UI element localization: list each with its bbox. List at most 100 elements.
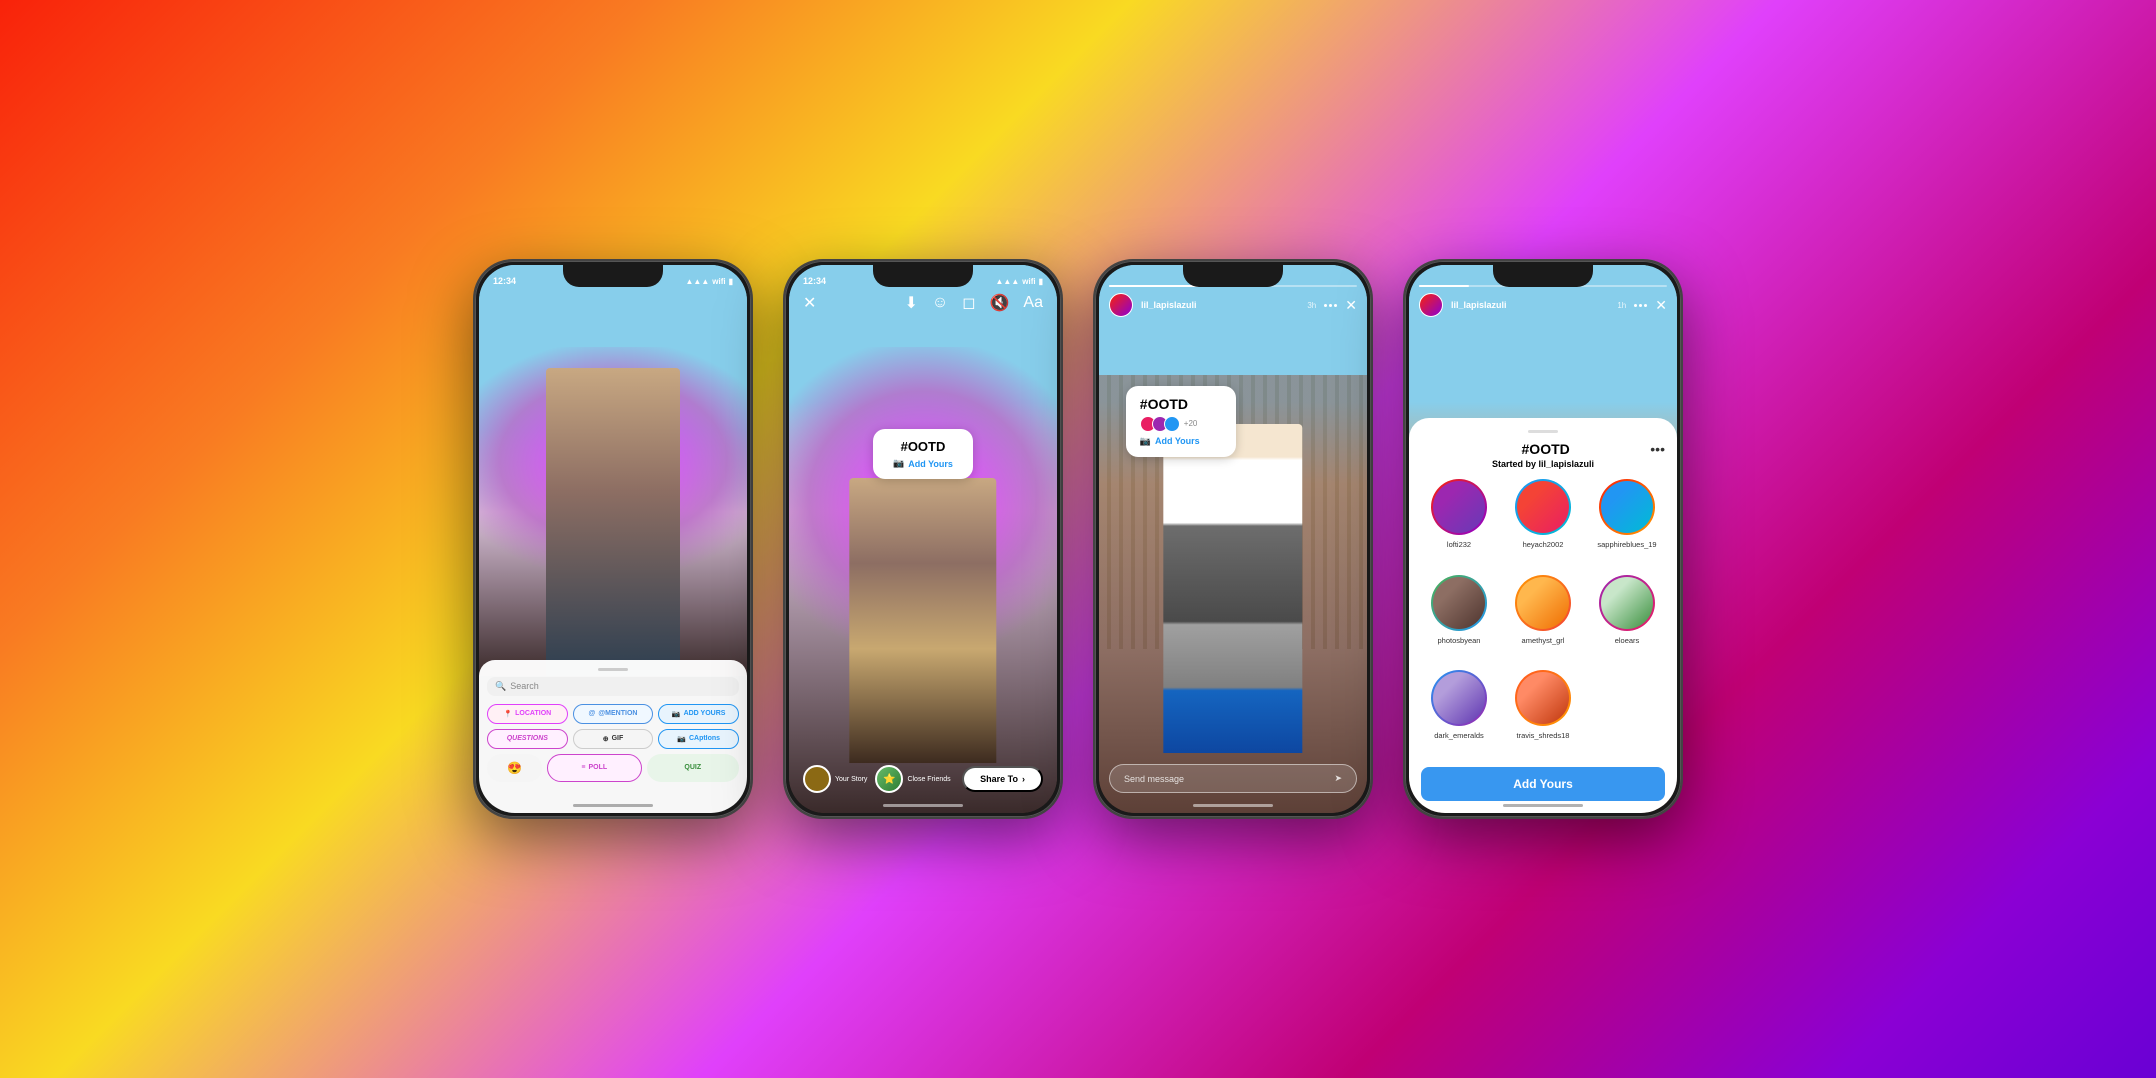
dot3 xyxy=(1334,304,1337,307)
dot6 xyxy=(1644,304,1647,307)
add-yours-label: 📷 Add Yours xyxy=(887,458,959,469)
close-friends-group[interactable]: ⭐ Close Friends xyxy=(875,765,950,793)
user-avatar-wrapper-7 xyxy=(1515,670,1571,726)
user-avatar-1 xyxy=(1517,481,1569,533)
user-name-1: heyach2002 xyxy=(1523,540,1564,549)
sticker-search[interactable]: 🔍 Search xyxy=(487,677,739,696)
user-name-5: eloears xyxy=(1615,636,1640,645)
p3-add-yours: 📷 Add Yours xyxy=(1140,436,1222,447)
emoji-sticker[interactable]: 😍 xyxy=(487,754,542,782)
bottom-stickers: 😍 ≡ POLL QUIZ xyxy=(487,754,739,782)
phone-3: lil_lapislazuli 3h ✕ #OOTD +20 xyxy=(1093,259,1373,819)
user-avatar-7 xyxy=(1517,672,1569,724)
poll-sticker[interactable]: ≡ POLL xyxy=(547,754,642,782)
user-item-5[interactable]: eloears xyxy=(1589,575,1665,662)
user-item-0[interactable]: lofti232 xyxy=(1421,479,1497,566)
story-time-4: 1h xyxy=(1617,301,1626,310)
user-name-6: dark_emeralds xyxy=(1434,731,1484,740)
sticker-location-btn[interactable]: 📍 LOCATION xyxy=(487,704,568,724)
user-item-4[interactable]: amethyst_grl xyxy=(1505,575,1581,662)
story-avatar-3[interactable] xyxy=(1109,293,1133,317)
sticker-questions-btn[interactable]: QUESTIONS xyxy=(487,729,568,749)
user-avatar-wrapper-2 xyxy=(1599,479,1655,535)
user-avatar-wrapper-4 xyxy=(1515,575,1571,631)
user-name-7: travis_shreds18 xyxy=(1517,731,1570,740)
user-item-3[interactable]: photosbyean xyxy=(1421,575,1497,662)
emoji-icon[interactable]: ☺ xyxy=(932,294,948,312)
user-name-0: lofti232 xyxy=(1447,540,1471,549)
camera-icon-3: 📷 xyxy=(1140,436,1151,447)
share-to-button[interactable]: Share To › xyxy=(962,766,1043,792)
p2-bg xyxy=(789,265,1057,813)
close-friends-label: Close Friends xyxy=(907,776,950,783)
poll-icon: ≡ xyxy=(581,764,585,771)
story-avatar-4[interactable] xyxy=(1419,293,1443,317)
add-yours-button[interactable]: Add Yours xyxy=(1421,767,1665,801)
phone-1: 12:34 ▲▲▲ wifi ▮ 🔍 xyxy=(473,259,753,819)
sticker-gif-btn[interactable]: ⊕ GIF xyxy=(573,729,654,749)
user-name-2: sapphireblues_19 xyxy=(1597,540,1656,549)
story-username-4: lil_lapislazuli xyxy=(1451,300,1609,310)
started-by-user: lil_lapislazuli xyxy=(1539,459,1595,469)
dot2 xyxy=(1329,304,1332,307)
addyours-sticker[interactable]: #OOTD 📷 Add Yours xyxy=(873,429,973,479)
close-icon[interactable]: ✕ xyxy=(803,293,816,313)
home-indicator-4 xyxy=(1503,804,1583,807)
tiny-avatar-3 xyxy=(1164,416,1180,432)
signal-icon-2: ▲▲▲ xyxy=(995,277,1019,286)
download-icon[interactable]: ⬇ xyxy=(904,293,917,313)
p3-sticker[interactable]: #OOTD +20 📷 Add Yours xyxy=(1126,386,1236,457)
message-bar-3[interactable]: Send message ➤ xyxy=(1109,764,1357,793)
wifi-icon-2: wifi xyxy=(1022,277,1035,286)
sticker-icon[interactable]: ◻ xyxy=(962,293,975,313)
your-story-avatar xyxy=(803,765,831,793)
story-username-3: lil_lapislazuli xyxy=(1141,300,1299,310)
sheet-more-icon[interactable]: ••• xyxy=(1650,441,1665,457)
captions-icon: 📷 xyxy=(677,735,686,743)
close-story-icon-4[interactable]: ✕ xyxy=(1655,297,1667,314)
battery-icon: ▮ xyxy=(729,277,733,286)
sticker-mention-btn[interactable]: @ @MENTION xyxy=(573,704,654,724)
your-story-group[interactable]: Your Story xyxy=(803,765,867,793)
user-item-1[interactable]: heyach2002 xyxy=(1505,479,1581,566)
sheet-title: #OOTD xyxy=(1441,441,1650,457)
user-avatar-wrapper-5 xyxy=(1599,575,1655,631)
story-header-4: lil_lapislazuli 1h ✕ xyxy=(1409,289,1677,321)
location-icon: 📍 xyxy=(503,710,512,718)
p3-sticker-avatars: +20 xyxy=(1140,416,1222,432)
home-indicator-2 xyxy=(883,804,963,807)
phone-4: lil_lapislazuli 1h ✕ #OOTD ••• xyxy=(1403,259,1683,819)
sticker-grid: 📍 LOCATION @ @MENTION 📷 ADD YOURS QUESTI… xyxy=(487,704,739,749)
battery-icon-2: ▮ xyxy=(1039,277,1043,286)
send-icon: ➤ xyxy=(1334,773,1342,784)
plus-count: +20 xyxy=(1184,419,1198,428)
mute-icon[interactable]: 🔇 xyxy=(990,293,1010,313)
notch-1 xyxy=(563,265,663,287)
chevron-right-icon: › xyxy=(1022,774,1025,784)
dot1 xyxy=(1324,304,1327,307)
status-time-2: 12:34 xyxy=(803,276,826,286)
user-item-7[interactable]: travis_shreds18 xyxy=(1505,670,1581,757)
user-item-2[interactable]: sapphireblues_19 xyxy=(1589,479,1665,566)
toolbar-icons: ⬇ ☺ ◻ 🔇 Aa xyxy=(904,293,1043,313)
close-story-icon[interactable]: ✕ xyxy=(1345,297,1357,314)
user-avatar-wrapper-1 xyxy=(1515,479,1571,535)
user-item-6[interactable]: dark_emeralds xyxy=(1421,670,1497,757)
story-more-3[interactable] xyxy=(1324,304,1337,307)
search-placeholder: Search xyxy=(510,681,539,691)
share-destinations: Your Story ⭐ Close Friends xyxy=(803,765,951,793)
notch-3 xyxy=(1183,265,1283,287)
home-indicator-1 xyxy=(573,804,653,807)
p1-photo-bg xyxy=(479,265,747,676)
story-more-4[interactable] xyxy=(1634,304,1647,307)
user-name-3: photosbyean xyxy=(1438,636,1481,645)
sticker-captions-btn[interactable]: 📷 CAptIons xyxy=(658,729,739,749)
started-by: Started by lil_lapislazuli xyxy=(1421,459,1665,469)
quiz-sticker[interactable]: QUIZ xyxy=(647,754,740,782)
sticker-addyours-btn[interactable]: 📷 ADD YOURS xyxy=(658,704,739,724)
user-avatar-0 xyxy=(1433,481,1485,533)
story-header-3: lil_lapislazuli 3h ✕ xyxy=(1099,289,1367,321)
text-icon[interactable]: Aa xyxy=(1023,294,1043,312)
gif-icon: ⊕ xyxy=(603,735,609,743)
sheet-header: #OOTD ••• xyxy=(1421,441,1665,457)
